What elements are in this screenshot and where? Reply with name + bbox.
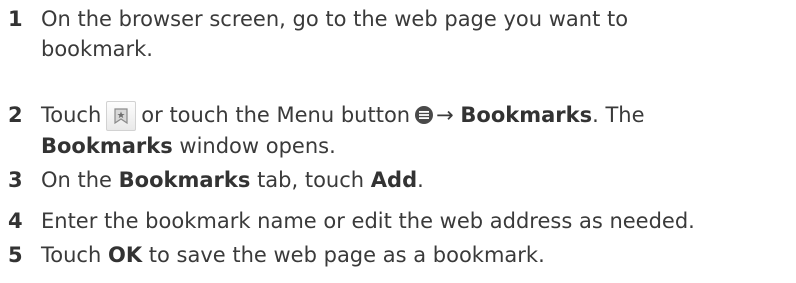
step-1: 1 On the browser screen, go to the web p… [0,4,796,64]
bookmarks-tab-label: Bookmarks [118,168,251,192]
step-line: On the browser screen, go to the web pag… [41,7,629,31]
menu-icon [415,106,434,124]
bookmark-icon [106,101,137,131]
step-text-segment: . The [592,103,645,127]
step-4: 4 Enter the bookmark name or edit the we… [0,206,796,236]
step-number: 2 [8,103,23,127]
bookmarks-label: Bookmarks [460,103,593,127]
step-text: On the browser screen, go to the web pag… [41,4,781,64]
step-text: Touch OK to save the web page as a bookm… [41,240,781,270]
step-text-segment: window opens. [179,134,336,158]
bookmarks-window-label: Bookmarks [41,134,173,158]
step-2: 2 Touch or touch the Menu button → Bookmar… [0,100,796,161]
step-text-segment: Touch [41,243,102,267]
ok-label: OK [107,243,143,267]
step-text-segment: or touch the Menu button [141,103,411,127]
step-5: 5 Touch OK to save the web page as a boo… [0,240,796,270]
step-text-segment: tab, touch [257,168,365,192]
add-label: Add [370,168,418,192]
step-number: 1 [8,7,23,31]
step-text-segment: . [417,168,424,192]
step-number: 5 [8,243,23,267]
step-number: 4 [8,209,23,233]
step-number: 3 [8,168,23,192]
step-text: Touch or touch the Menu button → Bookmarks… [41,100,781,161]
step-text-segment: to save the web page as a bookmark. [148,243,545,267]
step-text: Enter the bookmark name or edit the web … [41,209,695,233]
step-text-segment: On the [41,168,112,192]
step-3: 3 On the Bookmarks tab, touch Add. [0,165,796,195]
step-text: On the Bookmarks tab, touch Add. [41,165,781,195]
step-text-segment: Touch [41,103,102,127]
arrow-glyph: → [436,103,454,127]
step-line: bookmark. [41,37,153,61]
